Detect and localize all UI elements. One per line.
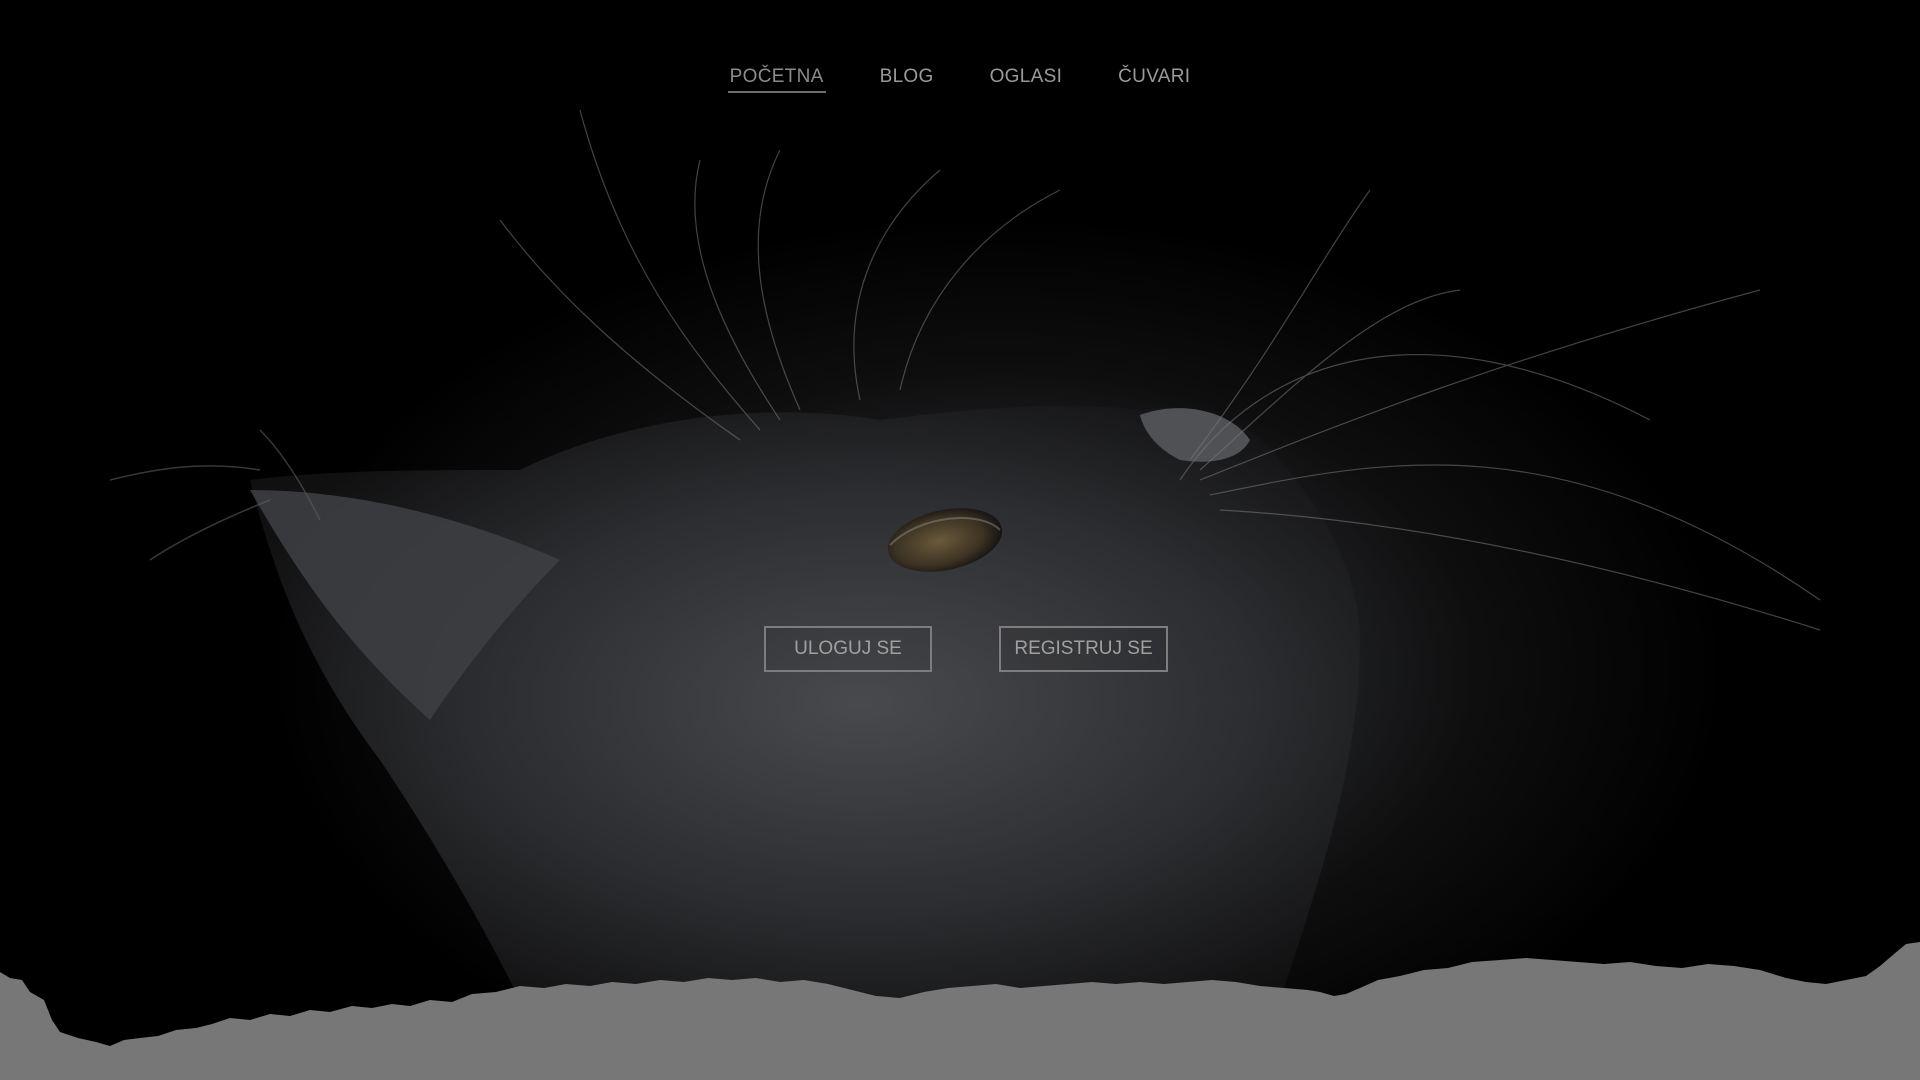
nav-item-blog[interactable]: BLOG: [878, 62, 936, 93]
main-navigation: POČETNA BLOG OGLASI ČUVARI: [0, 62, 1920, 93]
login-button[interactable]: ULOGUJ SE: [764, 626, 932, 672]
hero-background-image: [109, 109, 1821, 1000]
torn-paper-divider: [0, 942, 1920, 1080]
nav-item-pocetna[interactable]: POČETNA: [727, 62, 826, 93]
register-button[interactable]: REGISTRUJ SE: [999, 626, 1168, 672]
auth-actions: ULOGUJ SE REGISTRUJ SE: [0, 626, 1920, 672]
hero-section: POČETNA BLOG OGLASI ČUVARI ULOGUJ SE REG…: [0, 0, 1920, 1080]
nav-item-cuvari[interactable]: ČUVARI: [1116, 62, 1192, 93]
nav-item-oglasi[interactable]: OGLASI: [988, 62, 1065, 93]
